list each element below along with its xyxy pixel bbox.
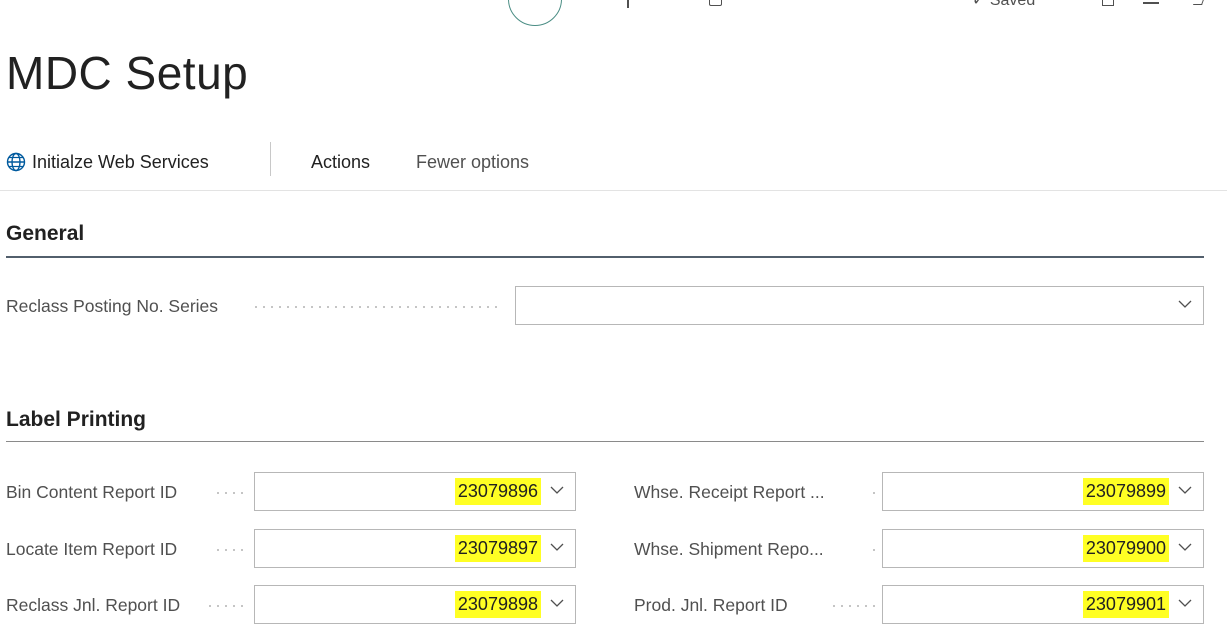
prod-jnl-report-label: Prod. Jnl. Report ID — [634, 595, 788, 615]
top-toolbar: ✓ Saved — [0, 0, 1227, 30]
action-separator — [270, 142, 271, 176]
initialize-web-services-button[interactable]: Initialze Web Services — [6, 136, 209, 188]
chevron-down-icon — [550, 599, 564, 607]
field-leader-dots — [830, 605, 878, 607]
locate-item-report-value: 23079897 — [454, 530, 541, 567]
globe-icon — [6, 152, 26, 172]
reclass-jnl-report-select[interactable]: 23079898 — [254, 585, 576, 624]
field-leader-dots — [214, 549, 246, 551]
whse-receipt-report-label: Whse. Receipt Report ... — [634, 482, 825, 502]
initialize-web-services-label: Initialze Web Services — [32, 152, 209, 172]
actions-button[interactable]: Actions — [311, 136, 370, 188]
prod-jnl-report-value: 23079901 — [1082, 586, 1169, 623]
locate-item-report-select[interactable]: 23079897 — [254, 529, 576, 568]
page-title: MDC Setup — [6, 47, 249, 99]
edit-circle-icon[interactable] — [508, 0, 562, 26]
chevron-down-icon — [1178, 543, 1192, 551]
saved-status: ✓ Saved — [972, 0, 1036, 9]
general-divider — [6, 256, 1204, 258]
general-section-title[interactable]: General — [6, 222, 84, 246]
whse-receipt-report-select[interactable]: 23079899 — [882, 472, 1204, 511]
field-leader-dots — [870, 492, 878, 494]
reclass-jnl-report-label: Reclass Jnl. Report ID — [6, 595, 181, 615]
field-leader-dots — [206, 605, 246, 607]
menu-icon[interactable] — [1143, 2, 1159, 4]
expand-icon[interactable] — [1192, 0, 1207, 5]
highlighted-value: 23079901 — [1082, 591, 1169, 618]
highlighted-value: 23079899 — [1082, 478, 1169, 505]
chevron-down-icon — [1178, 599, 1192, 607]
chevron-down-icon — [1178, 486, 1192, 494]
share-icon[interactable] — [627, 0, 629, 8]
whse-receipt-report-value: 23079899 — [1082, 473, 1169, 510]
reclass-posting-series-select[interactable] — [515, 286, 1204, 325]
highlighted-value: 23079898 — [454, 591, 541, 618]
highlighted-value: 23079897 — [454, 535, 541, 562]
highlighted-value: 23079896 — [454, 478, 541, 505]
calendar-icon[interactable] — [709, 0, 722, 6]
highlighted-value: 23079900 — [1082, 535, 1169, 562]
bin-content-report-select[interactable]: 23079896 — [254, 472, 576, 511]
field-leader-dots — [252, 306, 502, 308]
action-bar: Initialze Web Services Actions Fewer opt… — [0, 136, 1227, 191]
reclass-jnl-report-value: 23079898 — [454, 586, 541, 623]
field-leader-dots — [214, 492, 246, 494]
field-leader-dots — [870, 549, 878, 551]
reclass-posting-series-label: Reclass Posting No. Series — [6, 296, 219, 316]
whse-shipment-report-select[interactable]: 23079900 — [882, 529, 1204, 568]
locate-item-report-label: Locate Item Report ID — [6, 539, 178, 559]
whse-shipment-report-value: 23079900 — [1082, 530, 1169, 567]
chevron-down-icon — [550, 543, 564, 551]
label-printing-section-title[interactable]: Label Printing — [6, 408, 146, 432]
bin-content-report-label: Bin Content Report ID — [6, 482, 178, 502]
whse-shipment-report-label: Whse. Shipment Repo... — [634, 539, 824, 559]
chevron-down-icon — [1178, 300, 1192, 308]
chevron-down-icon — [550, 486, 564, 494]
fewer-options-button[interactable]: Fewer options — [416, 136, 529, 188]
bin-content-report-value: 23079896 — [454, 473, 541, 510]
bookmark-icon[interactable] — [1102, 0, 1114, 6]
label-printing-divider — [6, 441, 1204, 442]
prod-jnl-report-select[interactable]: 23079901 — [882, 585, 1204, 624]
